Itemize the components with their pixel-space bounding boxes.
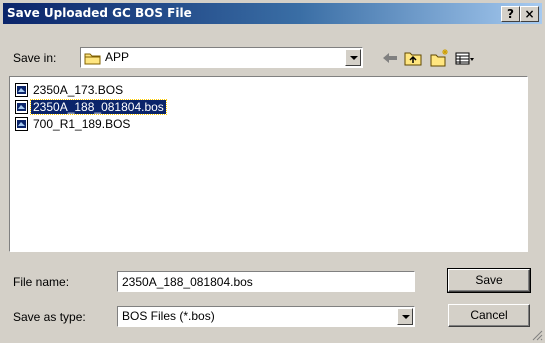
file-name-field[interactable]: 2350A_188_081804.bos: [117, 271, 415, 292]
file-name: 2350A_188_081804.bos: [30, 99, 167, 115]
save-as-type-dropdown[interactable]: BOS Files (*.bos): [117, 306, 415, 327]
view-menu-icon[interactable]: [454, 48, 476, 68]
new-folder-icon[interactable]: [428, 48, 450, 68]
save-button[interactable]: Save: [447, 268, 531, 293]
resize-grip-icon[interactable]: [532, 330, 543, 341]
save-in-dropdown[interactable]: APP: [80, 47, 363, 68]
folder-icon: [84, 53, 101, 65]
save-as-type-label: Save as type:: [13, 310, 86, 324]
save-dialog: Save Uploaded GC BOS File ? × Save in: A…: [0, 0, 545, 343]
file-name: 2350A_173.BOS: [33, 83, 124, 97]
file-name: 700_R1_189.BOS: [33, 117, 131, 131]
file-icon: [15, 117, 28, 131]
up-folder-icon[interactable]: [402, 48, 424, 68]
cancel-button[interactable]: Cancel: [448, 304, 530, 327]
file-icon: [15, 83, 28, 97]
file-name-value: 2350A_188_081804.bos: [122, 275, 253, 289]
file-icon: [15, 100, 28, 114]
back-arrow-icon[interactable]: [379, 48, 401, 68]
help-button[interactable]: ?: [501, 6, 520, 22]
save-as-type-value: BOS Files (*.bos): [122, 309, 215, 323]
file-name-label: File name:: [13, 275, 70, 289]
save-in-label: Save in:: [13, 51, 57, 65]
save-in-value: APP: [105, 50, 130, 64]
close-button[interactable]: ×: [520, 6, 539, 22]
title-bar[interactable]: Save Uploaded GC BOS File ? ×: [3, 3, 542, 24]
file-list[interactable]: 2350A_173.BOS 2350A_188_081804.bos 700_R…: [9, 76, 528, 252]
chevron-down-icon[interactable]: [345, 49, 361, 66]
dialog-title: Save Uploaded GC BOS File: [7, 6, 192, 20]
chevron-down-icon[interactable]: [397, 308, 413, 325]
